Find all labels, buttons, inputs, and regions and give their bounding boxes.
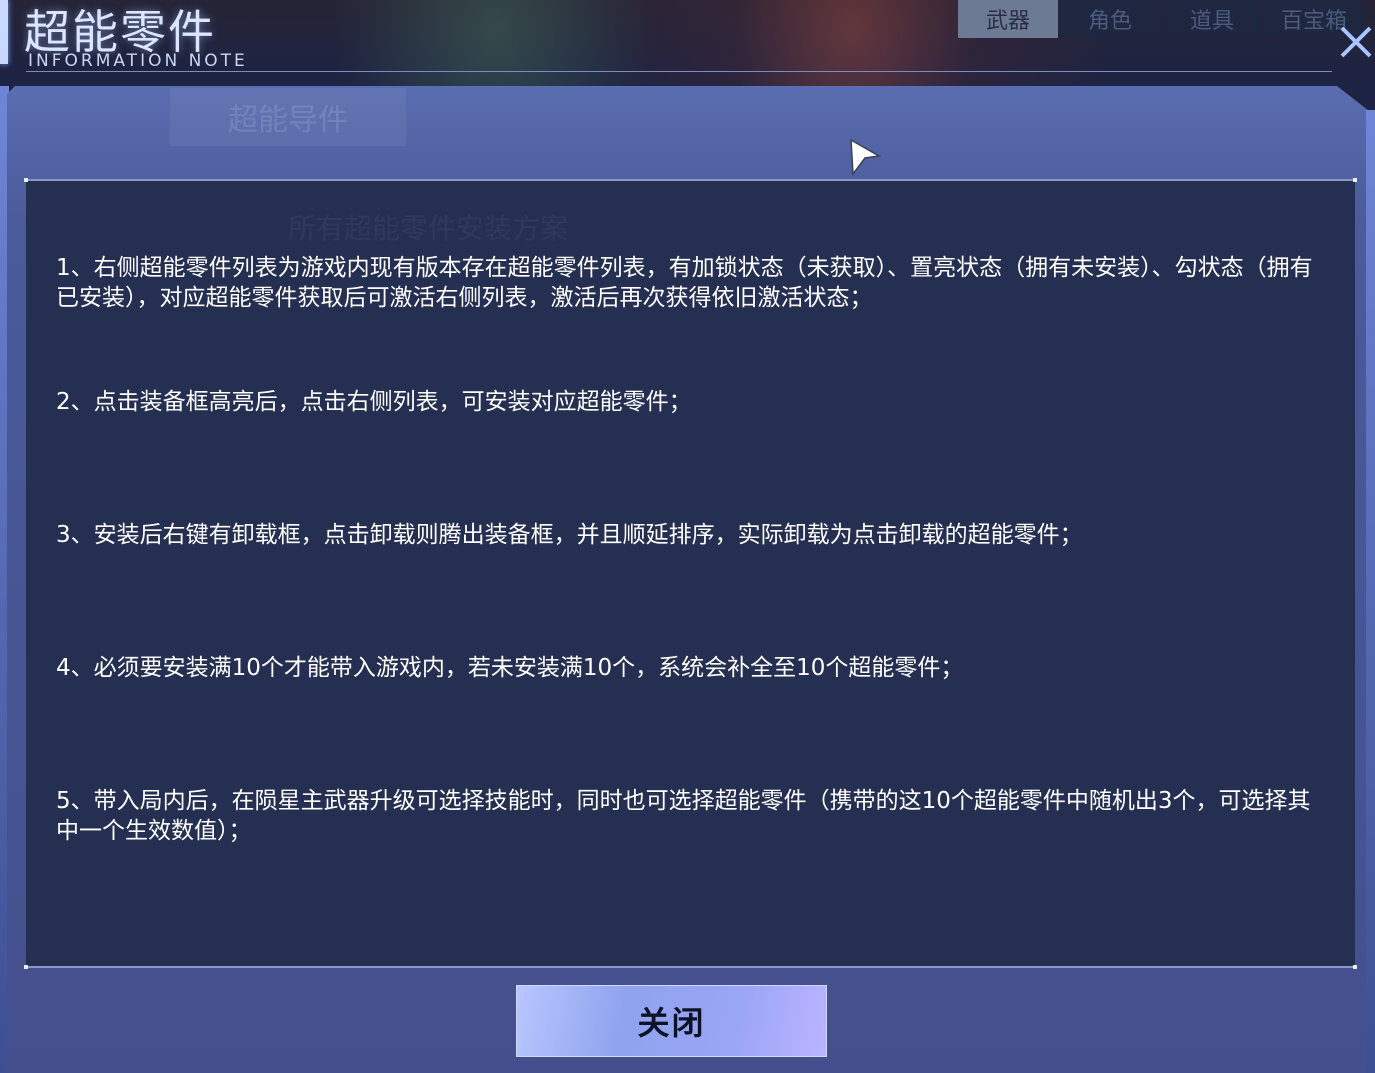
note-item-3: 3、安装后右键有卸载框，点击卸载则腾出装备框，并且顺延排序，实际卸载为点击卸载的… (56, 522, 1083, 548)
corner-dot (1353, 965, 1357, 969)
note-item-5: 5、带入局内后，在陨星主武器升级可选择技能时，同时也可选择超能零件（携带的这10… (56, 788, 1311, 844)
background-tab-characters: 角色 (1060, 0, 1160, 38)
background-tab-weapons: 武器 (958, 0, 1058, 38)
note-item-4: 4、必须要安装满10个才能带入游戏内，若未安装满10个，系统会补全至10个超能零… (56, 655, 964, 681)
header-divider (26, 71, 1332, 72)
close-x-icon[interactable] (1336, 22, 1375, 62)
close-button[interactable]: 关闭 (516, 985, 827, 1057)
corner-dot (24, 965, 28, 969)
note-item-1: 1、右侧超能零件列表为游戏内现有版本存在超能零件列表，有加锁状态（未获取）、置亮… (56, 255, 1313, 311)
header-accent-bar (0, 0, 8, 64)
close-button-label: 关闭 (637, 1004, 706, 1042)
page-subtitle: INFORMATION NOTE (28, 51, 248, 71)
corner-dot (1353, 178, 1357, 182)
ghost-tab: 超能导件 (170, 88, 406, 146)
ghost-heading: 所有超能零件安装方案 (288, 212, 569, 245)
notes-box: 所有超能零件安装方案 1、右侧超能零件列表为游戏内现有版本存在超能零件列表，有加… (24, 178, 1357, 969)
corner-dot (24, 178, 28, 182)
background-tab-items: 道具 (1162, 0, 1262, 38)
note-item-2: 2、点击装备框高亮后，点击右侧列表，可安装对应超能零件； (56, 389, 692, 415)
pointer-cursor-icon (848, 138, 882, 177)
panel-right-edge (1366, 110, 1375, 1073)
background-tab-bar: 武器 角色 道具 百宝箱 (958, 0, 1375, 40)
